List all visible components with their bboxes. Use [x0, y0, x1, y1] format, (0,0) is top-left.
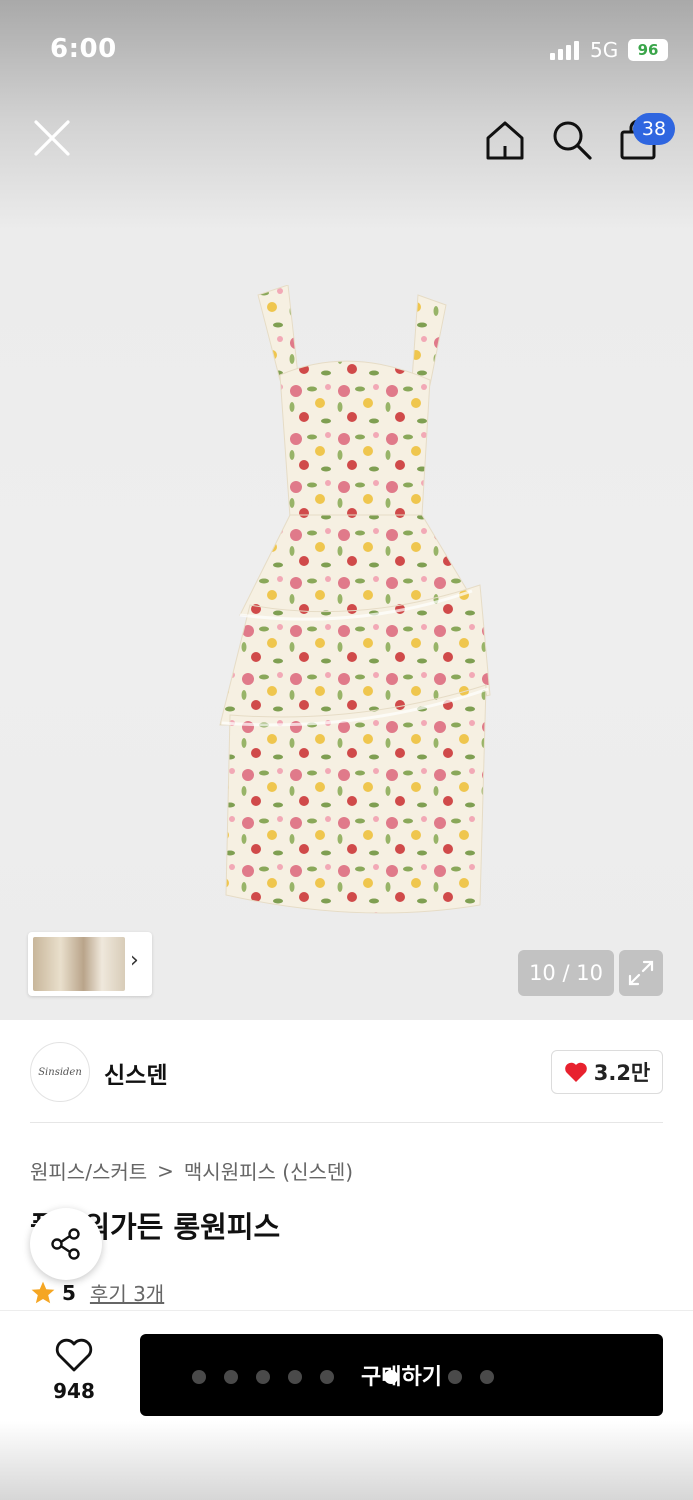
wishlist-count: 948: [53, 1379, 95, 1403]
breadcrumb: 원피스/스커트 > 맥시원피스 (신스덴): [30, 1156, 353, 1185]
expand-icon[interactable]: [619, 950, 663, 996]
breadcrumb-subcategory[interactable]: 맥시원피스 (신스덴): [184, 1156, 353, 1185]
brand-row[interactable]: Sinsiden 신스덴 3.2만: [0, 1030, 693, 1120]
review-link[interactable]: 후기 3개: [90, 1278, 164, 1307]
battery-level: 96: [637, 41, 659, 59]
dot-active: [384, 1370, 398, 1384]
dot: [320, 1370, 334, 1384]
status-bar: 6:00 5G 96: [0, 0, 693, 100]
rating-score: 5: [62, 1280, 76, 1305]
breadcrumb-category[interactable]: 원피스/스커트: [30, 1156, 147, 1185]
home-icon[interactable]: [481, 116, 529, 164]
star-icon: [31, 1281, 55, 1303]
top-navigation: [0, 108, 693, 168]
chevron-right-icon[interactable]: ›: [130, 948, 139, 973]
dot: [192, 1370, 206, 1384]
dot: [256, 1370, 270, 1384]
dot: [448, 1370, 462, 1384]
dot: [224, 1370, 238, 1384]
wishlist-button[interactable]: 948: [40, 1337, 108, 1407]
dot: [288, 1370, 302, 1384]
rating: 5 후기 3개: [30, 1278, 164, 1307]
dot: [480, 1370, 494, 1384]
heart-filled-icon: [564, 1062, 587, 1082]
thumbnail-image[interactable]: [33, 937, 125, 991]
thumbnail-strip[interactable]: ›: [28, 932, 152, 996]
cart-count-badge: 38: [633, 113, 675, 145]
brand-logo[interactable]: Sinsiden: [30, 1042, 90, 1102]
share-icon: [51, 1228, 80, 1260]
divider: [30, 1122, 663, 1123]
brand-like-button[interactable]: 3.2만: [551, 1050, 663, 1094]
brand-like-count: 3.2만: [593, 1061, 651, 1085]
image-counter: 10 / 10: [518, 950, 614, 996]
status-time: 6:00: [50, 34, 117, 64]
bottom-action-bar: 948 구매하기: [0, 1310, 693, 1500]
close-icon[interactable]: [28, 112, 76, 160]
share-button[interactable]: [30, 1208, 102, 1280]
product-image-gallery[interactable]: 6:00 5G 96 38 › 10 / 10: [0, 0, 693, 1020]
breadcrumb-separator: >: [157, 1158, 174, 1183]
product-image: [219, 285, 491, 914]
search-icon[interactable]: [548, 116, 596, 164]
heart-outline-icon: [55, 1338, 93, 1372]
brand-name[interactable]: 신스덴: [104, 1056, 167, 1090]
network-type: 5G: [590, 38, 619, 62]
battery-icon: 96: [628, 39, 668, 61]
signal-icon: [550, 40, 579, 60]
loading-dots: [192, 1370, 494, 1384]
